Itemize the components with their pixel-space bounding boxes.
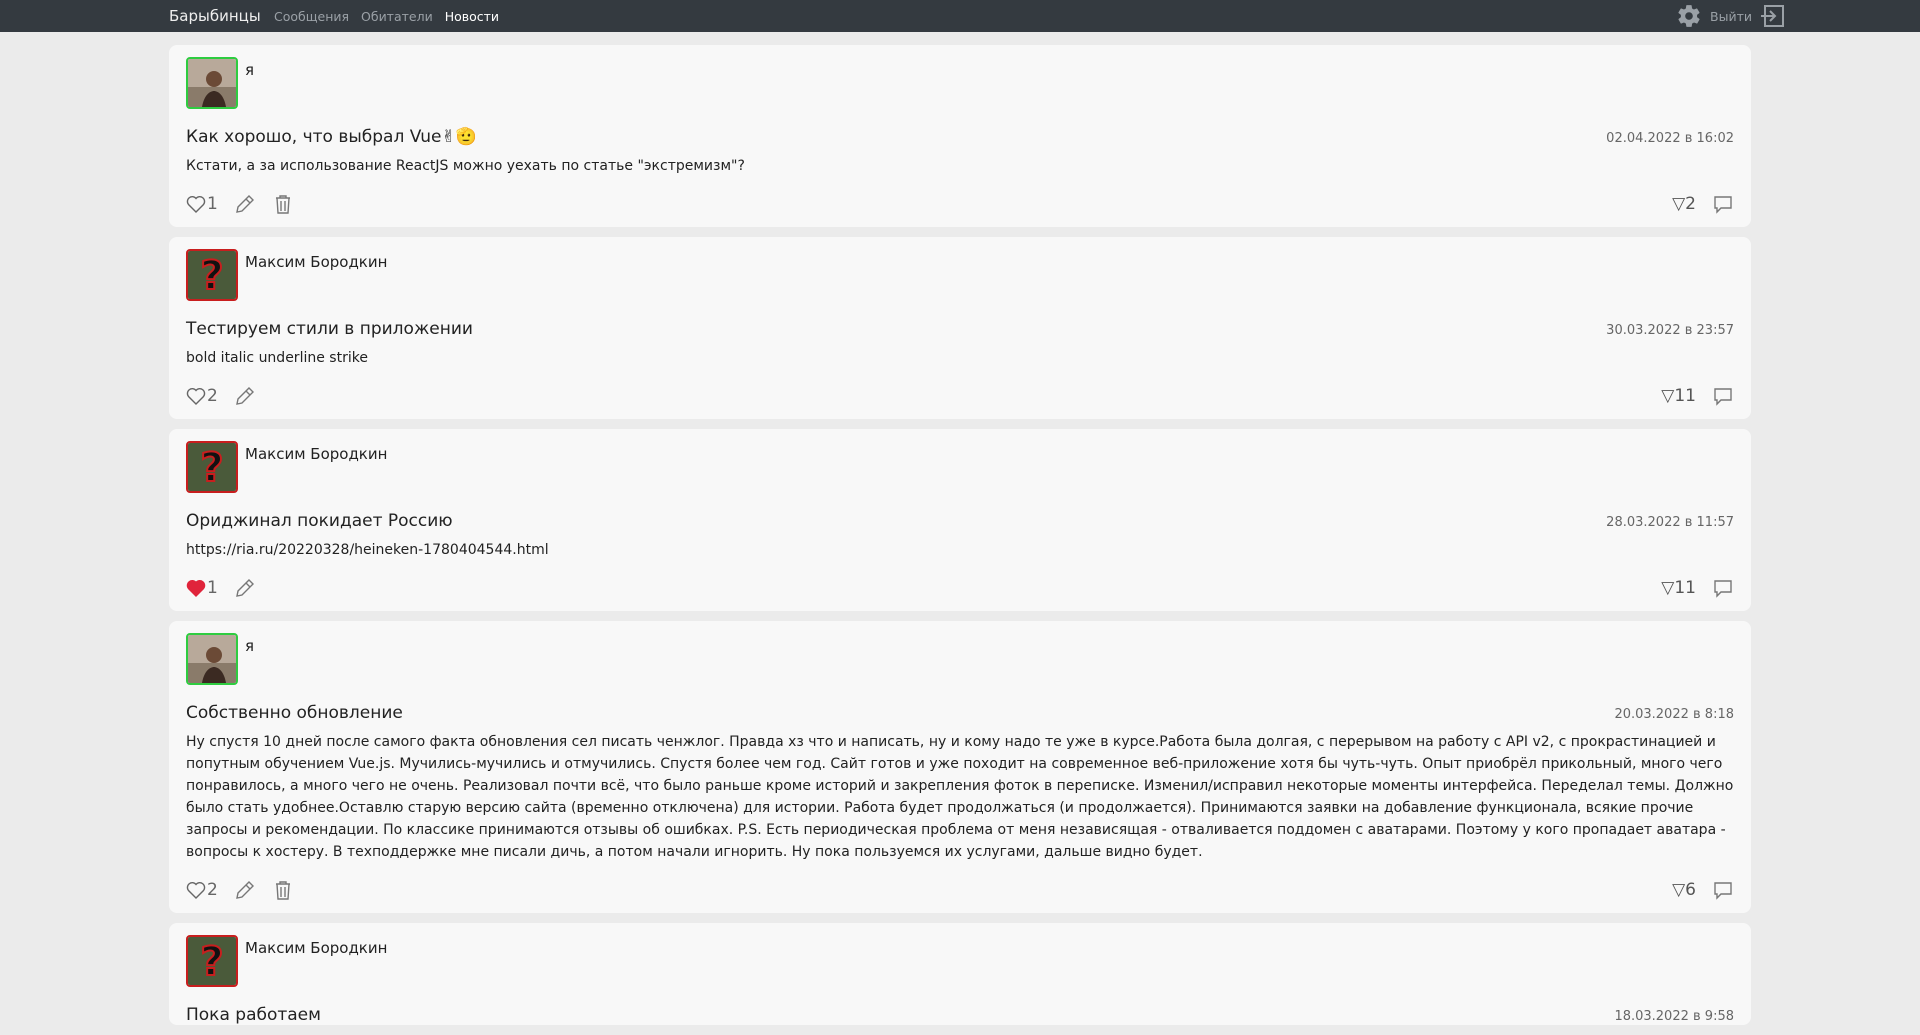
comment-icon[interactable] xyxy=(1712,193,1734,215)
comment-icon[interactable] xyxy=(1712,879,1734,901)
views-count: ▽11 xyxy=(1661,386,1696,406)
nav-messages[interactable]: Сообщения xyxy=(274,9,349,24)
post-body: bold italic underline strike xyxy=(186,350,368,366)
post-body: Кстати, а за использование ReactJS можно… xyxy=(186,158,745,174)
post-author[interactable]: я xyxy=(245,637,254,655)
brand-link[interactable]: Барыбинцы xyxy=(169,7,261,25)
trash-icon[interactable] xyxy=(272,879,294,901)
comment-icon[interactable] xyxy=(1712,577,1734,599)
post-title: Ориджинал покидает Россию xyxy=(186,511,453,531)
like-button[interactable]: 2 xyxy=(186,880,218,900)
header-tools: Выйти xyxy=(1676,3,1786,29)
edit-icon[interactable] xyxy=(234,879,256,901)
svg-text:?: ? xyxy=(200,253,223,299)
logout-icon[interactable] xyxy=(1760,3,1786,29)
post-author[interactable]: Максим Бородкин xyxy=(245,939,387,957)
news-post: я Собственно обновление 20.03.2022 в 8:1… xyxy=(169,621,1751,913)
avatar[interactable]: ? xyxy=(186,441,238,493)
heart-icon xyxy=(186,882,206,899)
views-count: ▽2 xyxy=(1672,194,1696,214)
views-count: ▽11 xyxy=(1661,578,1696,598)
trash-icon[interactable] xyxy=(272,193,294,215)
post-body: Ну спустя 10 дней после самого факта обн… xyxy=(186,734,1734,860)
post-author[interactable]: я xyxy=(245,61,254,79)
like-button[interactable]: 2 xyxy=(186,386,218,406)
like-count: 2 xyxy=(207,386,218,406)
news-post: ? Максим Бородкин Тестируем стили в прил… xyxy=(169,237,1751,419)
post-date: 30.03.2022 в 23:57 xyxy=(1606,323,1734,338)
post-date: 18.03.2022 в 9:58 xyxy=(1614,1009,1734,1024)
avatar[interactable]: ? xyxy=(186,249,238,301)
nav-residents[interactable]: Обитатели xyxy=(361,9,433,24)
post-body: https://ria.ru/20220328/heineken-1780404… xyxy=(186,542,549,558)
post-title: Как хорошо, что выбрал Vue✌🫡 xyxy=(186,127,477,147)
post-author[interactable]: Максим Бородкин xyxy=(245,253,387,271)
edit-icon[interactable] xyxy=(234,385,256,407)
like-count: 1 xyxy=(207,578,218,598)
heart-icon xyxy=(186,196,206,213)
like-button[interactable]: 1 xyxy=(186,578,218,598)
top-navbar: Барыбинцы Сообщения Обитатели Новости Вы… xyxy=(0,0,1920,32)
avatar[interactable] xyxy=(186,633,238,685)
svg-text:?: ? xyxy=(200,939,223,985)
heart-filled-icon xyxy=(186,580,206,597)
logout-label[interactable]: Выйти xyxy=(1710,9,1752,24)
avatar[interactable]: ? xyxy=(186,935,238,987)
heart-icon xyxy=(186,388,206,405)
svg-text:?: ? xyxy=(200,445,223,491)
post-title: Тестируем стили в приложении xyxy=(186,319,473,339)
post-title: Собственно обновление xyxy=(186,703,403,723)
news-post: ? Максим Бородкин Пока работаем 18.03.20… xyxy=(169,923,1751,1025)
comment-icon[interactable] xyxy=(1712,385,1734,407)
nav-news[interactable]: Новости xyxy=(445,9,499,24)
main-nav: Сообщения Обитатели Новости xyxy=(274,9,499,24)
gear-icon[interactable] xyxy=(1676,3,1702,29)
news-feed: я Как хорошо, что выбрал Vue✌🫡 02.04.202… xyxy=(169,45,1751,1035)
post-date: 20.03.2022 в 8:18 xyxy=(1614,707,1734,722)
like-count: 1 xyxy=(207,194,218,214)
post-date: 02.04.2022 в 16:02 xyxy=(1606,131,1734,146)
avatar[interactable] xyxy=(186,57,238,109)
edit-icon[interactable] xyxy=(234,577,256,599)
news-post: ? Максим Бородкин Ориджинал покидает Рос… xyxy=(169,429,1751,611)
post-date: 28.03.2022 в 11:57 xyxy=(1606,515,1734,530)
like-button[interactable]: 1 xyxy=(186,194,218,214)
edit-icon[interactable] xyxy=(234,193,256,215)
views-count: ▽6 xyxy=(1672,880,1696,900)
news-post: я Как хорошо, что выбрал Vue✌🫡 02.04.202… xyxy=(169,45,1751,227)
like-count: 2 xyxy=(207,880,218,900)
post-author[interactable]: Максим Бородкин xyxy=(245,445,387,463)
post-title: Пока работаем xyxy=(186,1005,321,1025)
